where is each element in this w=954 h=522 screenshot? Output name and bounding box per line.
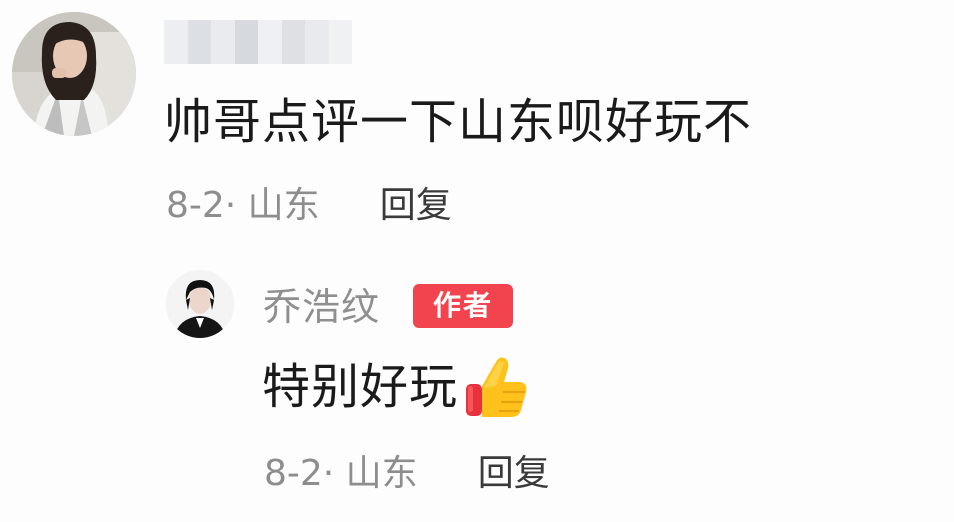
reply-to-reply-button[interactable]: 回复 [478,452,550,496]
thumbs-up-icon [460,352,530,422]
comment-thread: 帅哥点评一下山东呗好玩不 8-2· 山东 回复 乔浩纹 作者 特别好玩 8-2·… [0,0,954,522]
reply-text: 特别好玩 [262,359,459,415]
author-badge: 作者 [413,284,513,328]
comment-text: 帅哥点评一下山东呗好玩不 [164,94,753,150]
commenter-avatar[interactable] [12,12,136,136]
reply-meta: 8-2· 山东 回复 [264,452,550,496]
comment-date-location: 8-2· 山东 [166,185,320,226]
comment-meta: 8-2· 山东 回复 [166,184,452,228]
reply-author-name[interactable]: 乔浩纹 [263,282,380,332]
author-avatar[interactable] [166,270,234,338]
reply-date-location: 8-2· 山东 [264,453,418,494]
reply-button[interactable]: 回复 [380,184,452,228]
reply-body: 特别好玩 [262,352,530,422]
commenter-username-blurred[interactable] [164,20,352,64]
